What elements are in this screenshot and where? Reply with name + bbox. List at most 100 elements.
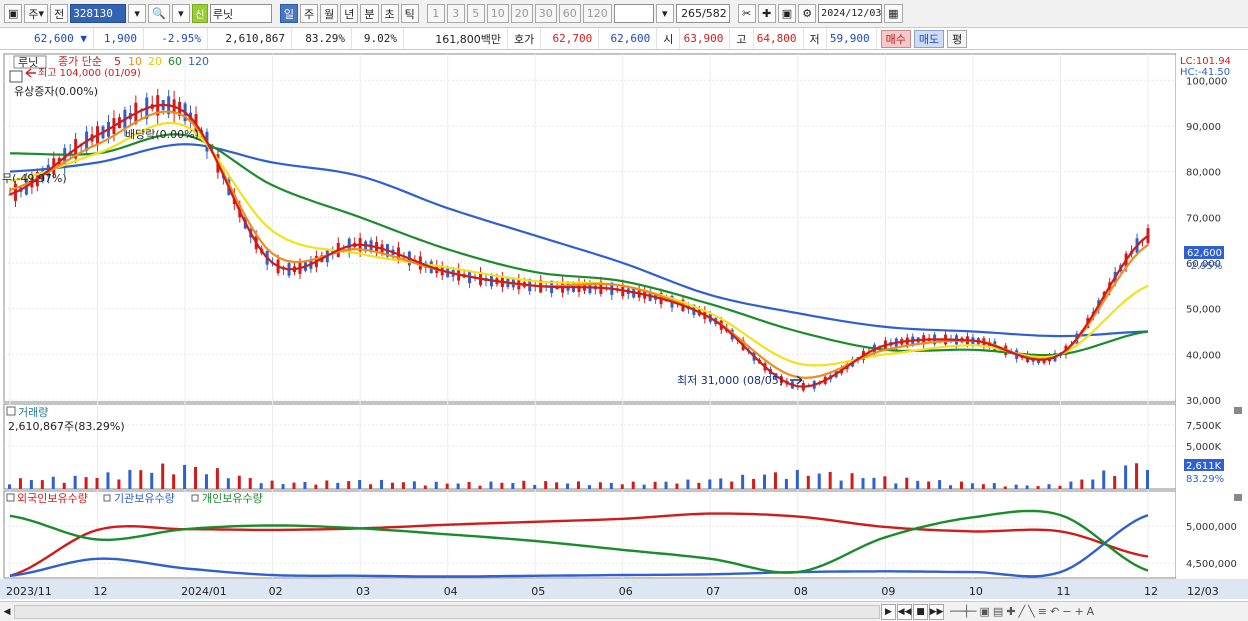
eval-button[interactable]: 평 <box>947 29 968 48</box>
volume-bar <box>106 472 110 489</box>
volume-bar <box>533 484 537 489</box>
period-type-select[interactable]: 주 ▾ <box>24 4 49 23</box>
volume-bar <box>511 483 515 489</box>
volume-bar <box>1025 485 1029 489</box>
volume-bar <box>1069 481 1073 489</box>
interval-1[interactable]: 1 <box>426 4 445 23</box>
interval-5[interactable]: 5 <box>466 4 485 23</box>
window-icon[interactable]: ▣ <box>4 4 23 23</box>
zoom-out-icon[interactable]: − <box>1062 605 1071 618</box>
volume-bar <box>303 482 307 489</box>
sell-button[interactable]: 매도 <box>913 29 945 48</box>
gear-icon[interactable]: ⚙ <box>798 4 817 23</box>
undo-icon[interactable]: ↶ <box>1050 605 1059 618</box>
x-tick-label: 07 <box>706 585 720 598</box>
interval-custom-input[interactable] <box>613 4 654 23</box>
stop-icon[interactable]: ■ <box>913 603 928 620</box>
forward-icon[interactable]: ▶▶ <box>929 603 944 620</box>
sound-icon[interactable]: ▾ <box>171 4 190 23</box>
volume-pane-toggle-icon[interactable] <box>6 406 16 416</box>
draw-line-icon[interactable]: ╱ <box>1019 605 1026 618</box>
rewind-icon[interactable]: ◀◀ <box>897 603 912 620</box>
zoom-in-icon[interactable]: + <box>1074 605 1083 618</box>
buy-button[interactable]: 매수 <box>880 29 911 48</box>
current-price-tag-text: 62,600 <box>1187 248 1222 259</box>
volume-bar <box>270 480 274 489</box>
holding-pane-close-icon[interactable] <box>1234 494 1242 501</box>
count-field[interactable]: 265/582 <box>675 4 730 23</box>
dividend-annotation: 배당락(0.00%) <box>125 128 199 141</box>
interval-dropdown-icon[interactable]: ▾ <box>655 4 674 23</box>
x-tick-label: 08 <box>794 585 808 598</box>
open-label: 시 <box>657 28 681 49</box>
scissors-icon[interactable]: ✂ <box>737 4 756 23</box>
open-price: 63,900 <box>680 28 731 49</box>
holding-pane[interactable] <box>3 490 1177 579</box>
x-tick-label: 12 <box>94 585 108 598</box>
text-tool-icon[interactable]: A <box>1087 605 1095 618</box>
prev-button[interactable]: 전 <box>50 4 69 23</box>
holding-pane-toggle-icon[interactable] <box>6 493 15 502</box>
tab-minute[interactable]: 분 <box>360 4 379 23</box>
volume-bar <box>949 485 953 489</box>
trendline-icon[interactable]: ✚ <box>1006 605 1015 618</box>
volume-bar <box>95 477 99 489</box>
volume-bar <box>172 474 176 489</box>
tab-year[interactable]: 년 <box>340 4 359 23</box>
zoom-slider-icon[interactable]: ──┼─ <box>950 605 977 618</box>
split-icon[interactable]: ▤ <box>993 605 1003 618</box>
ma-legend-120: 120 <box>188 55 209 68</box>
interval-60[interactable]: 60 <box>558 4 581 23</box>
interval-3[interactable]: 3 <box>446 4 465 23</box>
save-icon[interactable]: ▣ <box>777 4 797 23</box>
stock-name-field[interactable]: 루닛 <box>209 4 272 23</box>
tab-second[interactable]: 초 <box>380 4 399 23</box>
volume-bar <box>128 469 132 489</box>
tab-day[interactable]: 일 <box>279 4 299 23</box>
code-dropdown-icon[interactable]: ▾ <box>128 4 147 23</box>
crosshair-icon[interactable]: ✚ <box>757 4 776 23</box>
current-change-tag-text: -2.95% <box>1187 261 1222 272</box>
price-y-tick: 40,000 <box>1186 350 1221 361</box>
volume-bar <box>675 483 679 489</box>
volume-bar <box>248 478 252 489</box>
interval-120[interactable]: 120 <box>582 4 612 23</box>
volume-pane-close-icon[interactable] <box>1234 407 1242 414</box>
chart-svg[interactable]: 100,00090,00080,00070,00060,00050,00040,… <box>0 52 1248 602</box>
volume-bar <box>139 470 143 489</box>
high-price: 64,800 <box>754 28 804 49</box>
volume-bar <box>500 482 504 489</box>
chart-mode-icon[interactable] <box>9 70 23 83</box>
date-field[interactable]: 2024/12/03 <box>818 4 883 23</box>
lc-value: LC:101.94 <box>1180 56 1231 67</box>
interval-30[interactable]: 30 <box>534 4 557 23</box>
interval-20[interactable]: 20 <box>510 4 533 23</box>
price-value: 62,600 <box>34 32 74 45</box>
volume-bar <box>555 482 559 489</box>
volume-bar <box>1146 469 1149 489</box>
volume-bar <box>642 484 646 489</box>
search-icon[interactable]: 🔍 <box>148 4 170 23</box>
stock-code-input[interactable]: 328130 <box>70 4 127 23</box>
interval-10[interactable]: 10 <box>486 4 509 23</box>
tab-month[interactable]: 월 <box>320 4 339 23</box>
tab-week[interactable]: 주 <box>300 4 319 23</box>
volume-bar <box>1003 486 1007 489</box>
volume-value-label: 2,610,867주(83.29%) <box>8 420 125 433</box>
quote-bar: 62,600 ▼ 1,900 -2.95% 2,610,867 83.29% 9… <box>0 28 1248 50</box>
scrollbar-track[interactable] <box>14 604 880 619</box>
ma-legend-10: 10 <box>128 55 142 68</box>
volume-title: 거래량 <box>18 406 48 419</box>
volume-bar <box>336 482 340 489</box>
calendar-icon[interactable]: ▦ <box>884 4 903 23</box>
layout-icon[interactable]: ▣ <box>980 605 990 618</box>
volume-bar <box>970 483 974 489</box>
tab-tick[interactable]: 틱 <box>400 4 419 23</box>
draw-ray-icon[interactable]: ╲ <box>1028 605 1035 618</box>
scroll-left-icon[interactable]: ◀ <box>0 604 14 620</box>
draw-fib-icon[interactable]: ≡ <box>1038 605 1047 618</box>
volume-bar <box>566 483 570 489</box>
volume-bar <box>390 482 394 489</box>
volume-bar <box>664 481 668 489</box>
play-icon[interactable]: ▶ <box>881 603 896 620</box>
